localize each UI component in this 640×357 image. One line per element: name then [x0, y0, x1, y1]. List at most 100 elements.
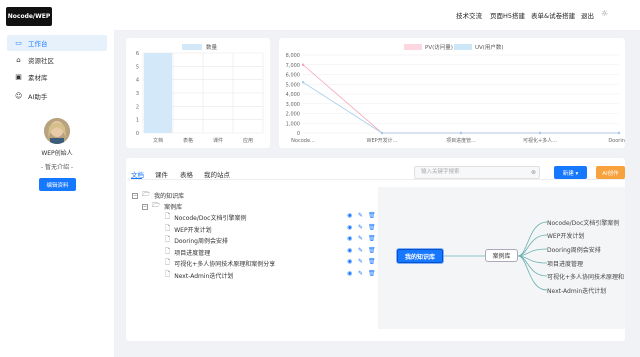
legend-label: PV(访问量) [425, 43, 453, 51]
view-icon[interactable]: ◉ [347, 212, 352, 219]
document-icon: 🗋 [165, 224, 171, 232]
line-chart: PV(访问量) UV(用户数) 0 1,000 2,000 3,000 4,000 5,000… [286, 43, 630, 144]
collapse-icon[interactable]: − [132, 192, 138, 199]
edit-icon[interactable]: ✎ [358, 212, 363, 219]
delete-icon[interactable]: 🗑 [368, 224, 376, 231]
y-tick-label: 3 [136, 91, 139, 97]
view-icon[interactable]: ◉ [347, 224, 352, 231]
edit-icon[interactable]: ✎ [358, 270, 363, 277]
edit-icon[interactable]: ✎ [358, 258, 363, 265]
delete-icon[interactable]: 🗑 [368, 258, 376, 265]
x-tick-label: 文档 [153, 137, 163, 144]
y-tick-label: 1 [136, 118, 139, 124]
bar-chart-card: 数量 0 1 2 3 4 5 6 文档 表格 课件 应用 [126, 38, 270, 148]
legend-swatch [404, 44, 422, 50]
tree-doc-label: 可视化+多人协同技术原理和案例分享 [174, 261, 276, 268]
tree-doc-label: 项目进度管理 [174, 250, 211, 257]
y-tick-label: 5 [136, 64, 139, 70]
edit-icon[interactable]: ✎ [358, 247, 363, 254]
x-tick-label: Doorin... [608, 138, 625, 144]
view-icon[interactable]: ◉ [347, 235, 352, 242]
y-tick-label: 2,000 [286, 112, 300, 118]
x-tick-label: 应用 [243, 137, 253, 144]
tree-doc-item[interactable]: 🗋 Nocode/Doc文档引擎案例 [165, 212, 246, 223]
mindmap-leaf-node[interactable]: Next-Admin迭代计划 [547, 286, 606, 295]
legend-swatch [454, 44, 472, 50]
nav-h5-builder[interactable]: 页面H5搭建 [490, 10, 525, 20]
data-point [301, 63, 305, 66]
tree-root[interactable]: − 🗁 我的知识库 [132, 190, 184, 201]
sidebar-item-label: 资源社区 [28, 57, 54, 65]
y-tick-label: 7,000 [286, 63, 300, 69]
collapse-icon[interactable]: − [142, 203, 148, 210]
delete-icon[interactable]: 🗑 [368, 235, 376, 242]
view-icon[interactable]: ◉ [347, 258, 352, 265]
folder-open-icon: 🗁 [152, 201, 161, 209]
nav-form-builder[interactable]: 表单&试卷搭建 [531, 10, 575, 20]
mindmap-leaf-node[interactable]: WEP开发计划 [547, 231, 584, 240]
edit-icon[interactable]: ✎ [358, 235, 363, 242]
data-point [301, 81, 305, 84]
tab-tables[interactable]: 表格 [180, 169, 193, 179]
sidebar-item-library[interactable]: ▣ 素材库 [7, 69, 107, 85]
view-icon[interactable]: ◉ [347, 270, 352, 277]
clear-search-icon[interactable]: ⊗ [531, 169, 536, 176]
delete-icon[interactable]: 🗑 [368, 270, 376, 277]
new-button[interactable]: 新建 ▾ [554, 166, 587, 179]
tree-doc-label: Next-Admin迭代计划 [174, 273, 234, 280]
tree-doc-label: Dooring周例会安排 [174, 238, 228, 245]
sidebar-item-ai[interactable]: ☺ AI助手 [7, 88, 107, 104]
app-logo[interactable]: Nocode/WEP [6, 7, 52, 26]
bar-chart: 数量 0 1 2 3 4 5 6 文档 表格 课件 应用 [136, 43, 264, 144]
delete-icon[interactable]: 🗑 [368, 247, 376, 254]
y-tick-label: 4,000 [286, 92, 300, 98]
view-icon[interactable]: ◉ [347, 247, 352, 254]
y-tick-label: 2 [136, 104, 139, 110]
monitor-icon: ▭ [15, 38, 22, 47]
nav-logout[interactable]: 退出 [581, 10, 594, 20]
y-tick-label: 6,000 [286, 73, 300, 79]
y-tick-label: 8,000 [286, 53, 300, 59]
mindmap-leaf-node[interactable]: Dooring周例会安排 [547, 245, 601, 254]
edit-icon[interactable]: ✎ [358, 224, 363, 231]
tree-folder[interactable]: − 🗁 案例库 [142, 201, 182, 212]
x-tick-label: Nocode... [291, 138, 315, 144]
legend-label: 数量 [206, 43, 218, 51]
tab-courseware[interactable]: 课件 [155, 169, 168, 179]
y-tick-label: 0 [136, 131, 139, 137]
tree-doc-item[interactable]: 🗋 项目进度管理 [165, 247, 210, 258]
tab-my-sites[interactable]: 我的站点 [204, 169, 230, 179]
nav-tech-exchange[interactable]: 技术交流 [456, 10, 482, 20]
mindmap-leaf-node[interactable]: 项目进度管理 [547, 259, 583, 268]
delete-icon[interactable]: 🗑 [368, 212, 376, 219]
document-icon: 🗋 [165, 270, 171, 278]
data-point [617, 131, 621, 135]
y-tick-label: 3,000 [286, 102, 300, 108]
tree-doc-item[interactable]: 🗋 Dooring周例会安排 [165, 235, 228, 246]
x-tick-label: 项目进度管... [446, 137, 476, 144]
mindmap-leaf-node[interactable]: 可视化+多人协同技术原理和 [547, 272, 624, 281]
search-input[interactable]: 输入关键字搜索 [414, 166, 540, 179]
tree-doc-item[interactable]: 🗋 可视化+多人协同技术原理和案例分享 [165, 258, 275, 269]
sidebar-item-workbench[interactable]: ▭ 工作台 [7, 35, 107, 51]
tree-doc-item[interactable]: 🗋 Next-Admin迭代计划 [165, 270, 233, 281]
series-line [302, 64, 619, 134]
mindmap-root-node[interactable]: 我的知识库 [397, 249, 443, 263]
theme-toggle-icon[interactable]: ☼ [601, 9, 610, 18]
tree-doc-label: Nocode/Doc文档引擎案例 [174, 215, 247, 222]
y-tick-label: 0 [297, 131, 300, 137]
sidebar-item-label: 素材库 [28, 74, 48, 82]
ai-create-button[interactable]: AI创作 [596, 166, 625, 179]
x-tick-label: 课件 [213, 137, 223, 144]
active-tab-indicator [131, 178, 142, 179]
edit-profile-button[interactable]: 编辑资料 [39, 178, 76, 191]
sidebar-item-community[interactable]: ⌂ 资源社区 [7, 52, 107, 68]
mindmap-leaf-node[interactable]: Nocode/Doc文档引擎案例 [547, 218, 619, 227]
x-tick-label: 可视化+多人... [523, 137, 557, 144]
mindmap-folder-node[interactable]: 案例库 [485, 249, 518, 262]
robot-icon: ☺ [15, 91, 23, 100]
data-point [380, 131, 384, 135]
avatar[interactable] [44, 118, 70, 144]
profile-description: - 暂无介绍 - [40, 164, 74, 171]
tree-doc-item[interactable]: 🗋 WEP开发计划 [165, 224, 212, 235]
